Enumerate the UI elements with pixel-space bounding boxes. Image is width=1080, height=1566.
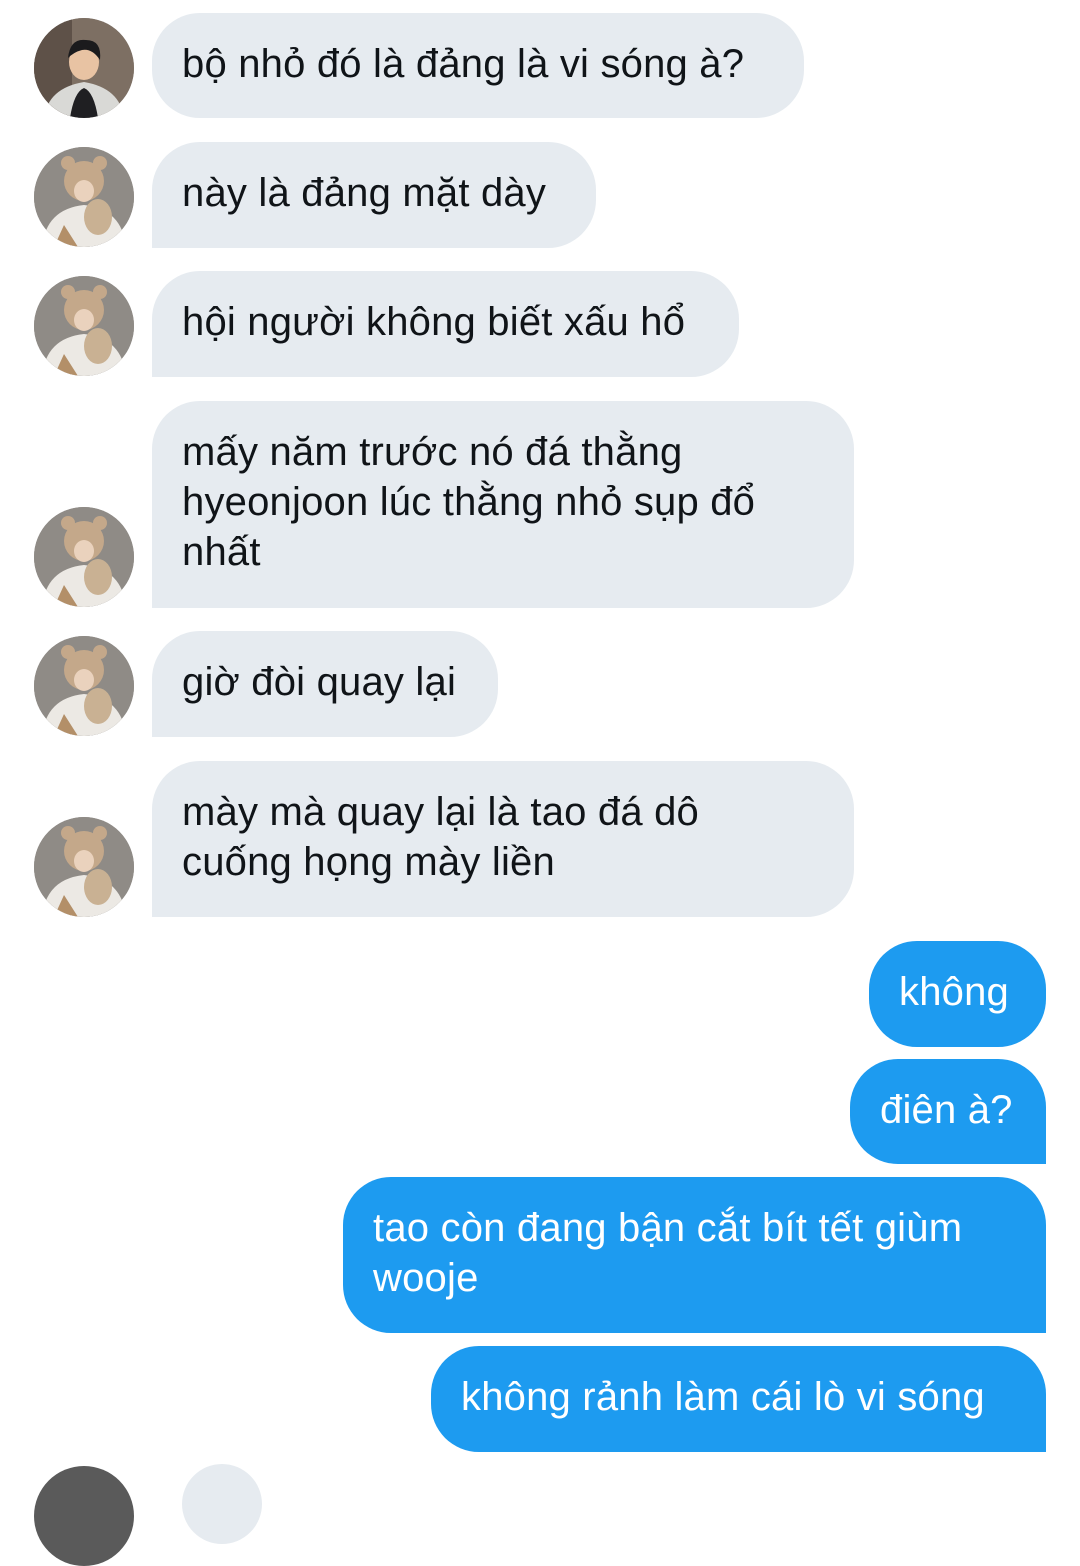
message-text: bộ nhỏ đó là đảng là vi sóng à?: [182, 42, 745, 86]
user-photo-icon: [34, 147, 134, 247]
avatar[interactable]: [34, 636, 134, 736]
avatar[interactable]: [34, 1466, 134, 1566]
message-text: không rảnh làm cái lò vi sóng: [461, 1375, 985, 1419]
message-bubble[interactable]: giờ đòi quay lại: [152, 631, 498, 737]
avatar[interactable]: [34, 18, 134, 118]
message-text: không: [899, 970, 1009, 1014]
message-bubble-outgoing[interactable]: điên à?: [850, 1059, 1046, 1164]
message-text: wooje: [373, 1256, 479, 1300]
message-text: hyeonjoon lúc thằng nhỏ sụp đổ: [182, 480, 756, 524]
message-text: hội người không biết xấu hổ: [182, 300, 686, 344]
avatar[interactable]: [34, 147, 134, 247]
message-text: giờ đòi quay lại: [182, 660, 457, 704]
message-bubble-outgoing[interactable]: không rảnh làm cái lò vi sóng: [431, 1346, 1046, 1452]
avatar[interactable]: [34, 507, 134, 607]
message-text: tao còn đang bận cắt bít tết giùm: [373, 1206, 963, 1250]
message-bubble[interactable]: bộ nhỏ đó là đảng là vi sóng à?: [152, 13, 804, 118]
message-bubble[interactable]: mày mà quay lại là tao đá dô cuống họng …: [152, 761, 854, 917]
user-photo-icon: [34, 276, 134, 376]
message-text: này là đảng mặt dày: [182, 171, 547, 215]
message-bubble[interactable]: này là đảng mặt dày: [152, 142, 596, 248]
avatar[interactable]: [34, 817, 134, 917]
message-text: nhất: [182, 530, 261, 574]
user-photo-icon: [34, 18, 134, 118]
message-bubble[interactable]: [182, 1464, 262, 1544]
avatar[interactable]: [34, 276, 134, 376]
message-thread[interactable]: bộ nhỏ đó là đảng là vi sóng à? này là đ…: [0, 0, 1080, 1566]
message-text: mấy năm trước nó đá thằng: [182, 430, 683, 474]
message-text: cuống họng mày liền: [182, 840, 555, 884]
message-bubble[interactable]: hội người không biết xấu hổ: [152, 271, 739, 377]
user-photo-icon: [34, 636, 134, 736]
user-photo-icon: [34, 817, 134, 917]
message-bubble-outgoing[interactable]: không: [869, 941, 1046, 1047]
message-bubble[interactable]: mấy năm trước nó đá thằng hyeonjoon lúc …: [152, 401, 854, 608]
user-photo-icon: [34, 507, 134, 607]
message-text: mày mà quay lại là tao đá dô: [182, 790, 700, 834]
message-bubble-outgoing[interactable]: tao còn đang bận cắt bít tết giùm wooje: [343, 1177, 1046, 1333]
message-text: điên à?: [880, 1088, 1013, 1132]
